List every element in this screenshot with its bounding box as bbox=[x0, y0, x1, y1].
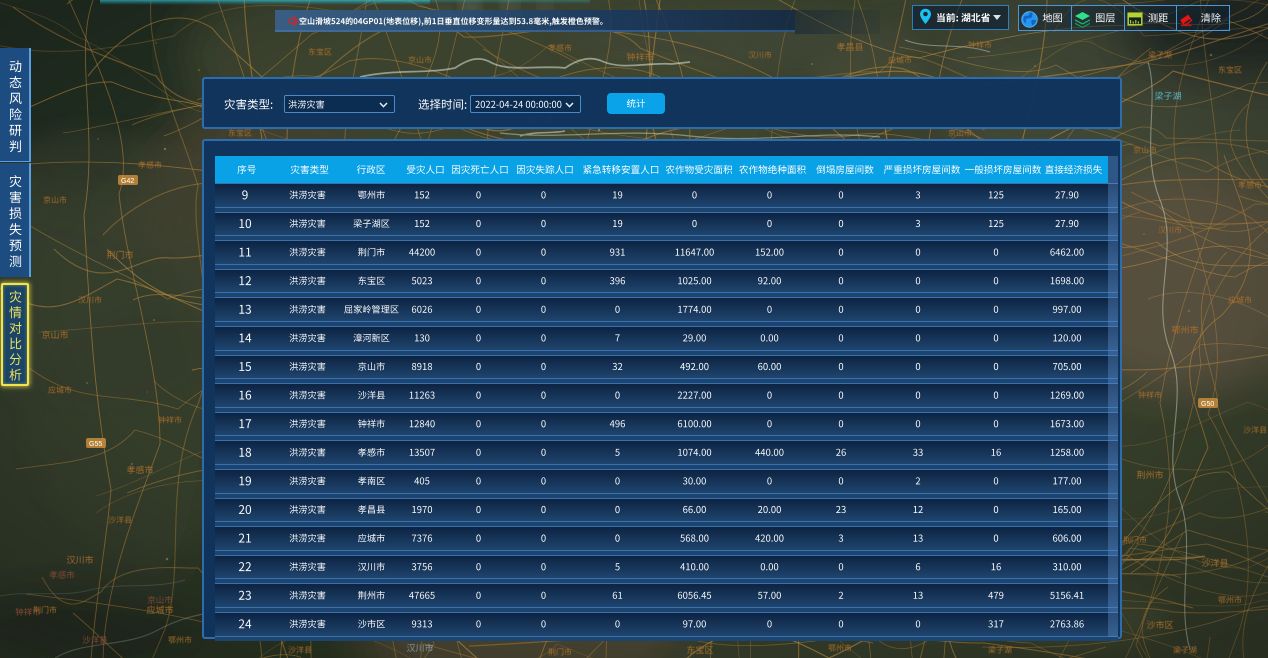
svg-text:G42: G42 bbox=[121, 178, 134, 185]
svg-text:G55: G55 bbox=[89, 441, 102, 448]
svg-text:G50: G50 bbox=[1201, 401, 1214, 408]
